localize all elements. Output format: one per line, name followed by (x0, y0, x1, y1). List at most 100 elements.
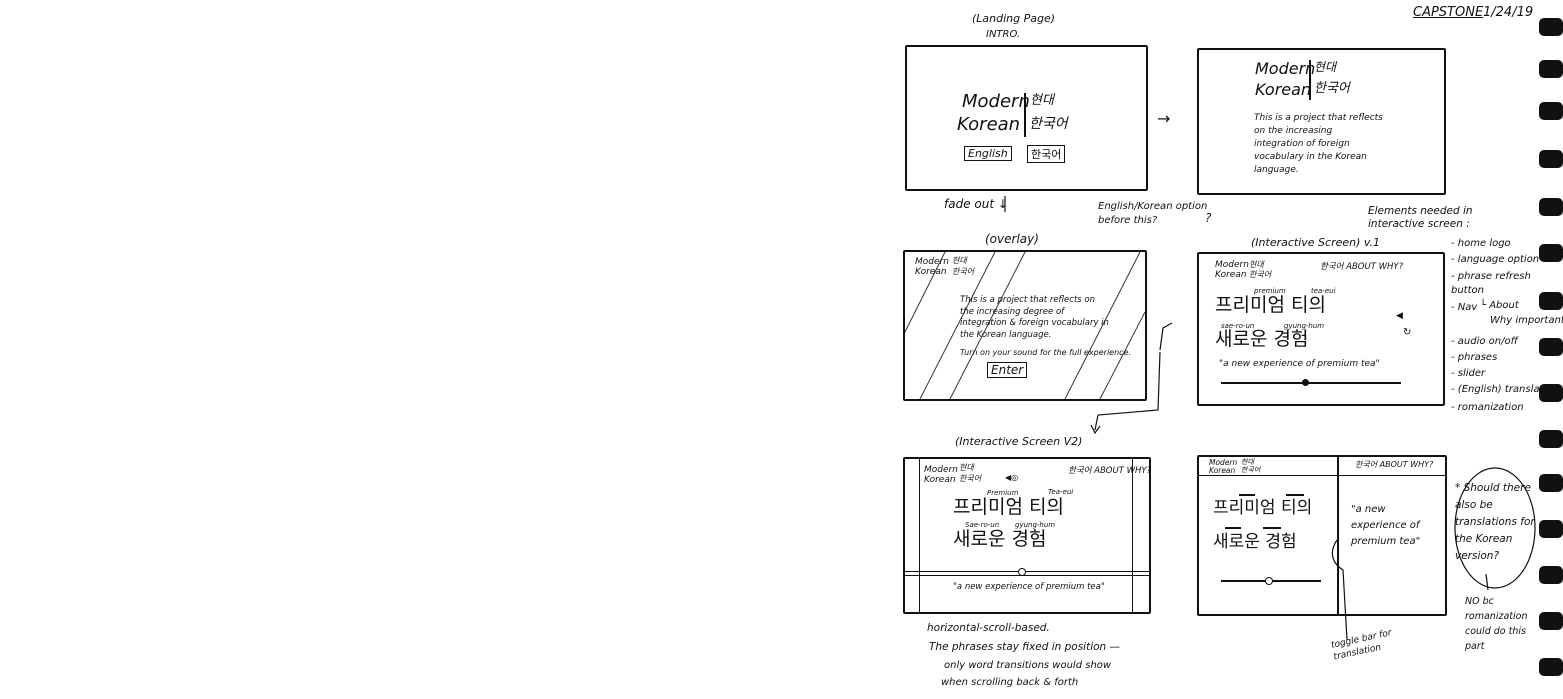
v2-logo-en2: Korean (924, 475, 956, 485)
sketch-page: CAPSTONE 1/24/19 (Landing Page) INTRO. M… (0, 0, 1563, 699)
logo-divider (1024, 93, 1026, 137)
element-item-2: - language option (1451, 254, 1540, 265)
translation-question-note: * Should there also be translations for … (1455, 482, 1535, 562)
binding-ring (1539, 18, 1563, 36)
v2-rom-2: Tea-eui (1048, 488, 1074, 496)
v1-refresh-icon[interactable]: ↻ (1403, 327, 1411, 339)
v1-phrase-2: 새로운 경험 (1215, 328, 1309, 350)
overlay-sound-note: Turn on your sound for the full experien… (960, 348, 1132, 357)
v3-logo-ko1: 현대 (1241, 458, 1254, 466)
v1-slider-thumb[interactable] (1302, 379, 1309, 386)
v1-frame: Modern Korean 현대 한국어 한국어 ABOUT WHY? prem… (1197, 252, 1445, 406)
overlay-text: This is a project that reflects on the i… (960, 295, 1109, 340)
element-item-8: - phrases (1451, 352, 1498, 363)
intro-logo-divider (1309, 60, 1311, 100)
v2-nav[interactable]: 한국어 ABOUT WHY? (1068, 466, 1151, 477)
v2-logo-ko1: 현대 (959, 463, 974, 472)
intro-logo-ko2: 한국어 (1314, 81, 1350, 96)
intro-description: This is a project that reflects on the i… (1254, 113, 1383, 175)
v2-logo-en1: Modern (924, 465, 958, 475)
v1-logo-en2: Korean (1215, 270, 1247, 280)
intro-logo-en1: Modern (1255, 59, 1316, 78)
project-title: CAPSTONE (1413, 5, 1484, 20)
v3-rom-mark (1286, 494, 1304, 496)
arrow-head (1090, 424, 1101, 435)
v1-nav[interactable]: 한국어 ABOUT WHY? (1320, 262, 1403, 273)
overlay-logo-en2: Korean (915, 267, 947, 277)
v2-translation: "a new experience of premium tea" (953, 582, 1105, 592)
element-item-3: - phrase refresh button (1451, 271, 1531, 296)
language-question: English/Korean option before this? (1098, 201, 1208, 226)
v3-phrase-2: 새로운 경험 (1213, 532, 1297, 552)
v2-slider-track[interactable] (905, 571, 1149, 576)
scroll-note-2: The phrases stay fixed in position — (929, 641, 1121, 653)
v3-rom-mark (1225, 527, 1241, 529)
v3-nav[interactable]: 한국어 ABOUT WHY? (1355, 460, 1433, 469)
translation-answer-note: NO bc romanization could do this part (1465, 596, 1528, 652)
binding-ring (1539, 102, 1563, 120)
scroll-note-1: horizontal-scroll-based. (927, 622, 1050, 634)
v1-caption: (Interactive Screen) v.1 (1251, 236, 1380, 249)
flow-arrow-right: → (1157, 109, 1171, 128)
logo-en-line2: Korean (957, 114, 1021, 135)
scroll-note-4: when scrolling back & forth (941, 677, 1079, 688)
v3-phrase-1: 프리미엄 티의 (1213, 498, 1313, 518)
v1-phrase-1: 프리미엄 티의 (1215, 294, 1326, 316)
v3-rom-mark (1239, 494, 1255, 496)
binding-ring (1539, 60, 1563, 78)
logo-ko-line1: 현대 (1030, 93, 1054, 108)
v1-translation: "a new experience of premium tea" (1219, 359, 1380, 369)
enter-button[interactable]: Enter (987, 362, 1028, 378)
overlay-logo-ko2: 한국어 (952, 267, 975, 276)
v3-rom-mark (1263, 527, 1281, 529)
element-item-11: - romanization (1451, 402, 1524, 413)
question-mark: ? (1205, 211, 1212, 225)
landing-caption: (Landing Page) (972, 12, 1056, 25)
v2-audio-refresh-icons[interactable]: ◀◎ (1005, 473, 1018, 482)
v3-frame: Modern Korean 현대 한국어 한국어 ABOUT WHY? 프리미엄… (1197, 455, 1447, 616)
overlay-logo-ko1: 현대 (952, 256, 967, 265)
overlay-caption: (overlay) (985, 232, 1039, 246)
elements-title: Elements needed in interactive screen : (1368, 205, 1473, 230)
binding-ring (1539, 338, 1563, 356)
binding-ring (1539, 292, 1563, 310)
binding-ring (1539, 198, 1563, 216)
v1-slider-track[interactable] (1221, 382, 1401, 384)
binding-ring (1539, 566, 1563, 584)
english-button[interactable]: English (964, 146, 1012, 161)
v2-phrase-1: 프리미엄 티의 (953, 496, 1064, 518)
binding-ring (1539, 430, 1563, 448)
element-item-7: - audio on/off (1451, 336, 1518, 347)
binding-ring (1539, 384, 1563, 402)
v1-logo-ko2: 한국어 (1249, 270, 1272, 279)
v3-slider-thumb[interactable] (1265, 577, 1273, 585)
element-item-9: - slider (1451, 368, 1486, 379)
element-item-1: - home logo (1451, 238, 1511, 249)
v2-right-guide (1132, 459, 1133, 612)
korean-button[interactable]: 한국어 (1027, 145, 1066, 163)
sketch-date: 1/24/19 (1483, 5, 1534, 20)
element-item-5: └ About (1480, 300, 1519, 311)
v1-audio-icon[interactable]: ◀ (1396, 311, 1403, 321)
v1-logo-ko1: 현대 (1249, 260, 1264, 269)
toggle-pointer-line (1331, 539, 1348, 641)
fade-out-label: fade out ↓ (944, 197, 1008, 211)
intro-logo-en2: Korean (1255, 80, 1312, 99)
arrow-overlay-to-v1 (1159, 322, 1173, 351)
logo-en-line1: Modern (962, 91, 1030, 112)
v1-logo-en1: Modern (1215, 260, 1249, 270)
binding-ring (1539, 658, 1563, 676)
intro-logo-ko1: 현대 (1314, 60, 1337, 74)
toggle-bar-pointer (1331, 539, 1348, 641)
v3-logo-en2: Korean (1209, 466, 1236, 475)
question-arrow (1485, 573, 1489, 591)
v3-header-rule (1199, 475, 1445, 476)
v2-slider-thumb[interactable] (1018, 568, 1026, 576)
v2-caption: (Interactive Screen V2) (955, 435, 1083, 448)
v2-phrase-2: 새로운 경험 (953, 528, 1047, 550)
element-item-4: - Nav (1451, 302, 1478, 313)
binding-ring (1539, 244, 1563, 262)
intro-frame: Modern Korean 현대 한국어 This is a project t… (1197, 48, 1446, 195)
logo-ko-line2: 한국어 (1029, 116, 1068, 132)
v2-frame: Modern Korean 현대 한국어 ◀◎ 한국어 ABOUT WHY? P… (903, 457, 1151, 614)
